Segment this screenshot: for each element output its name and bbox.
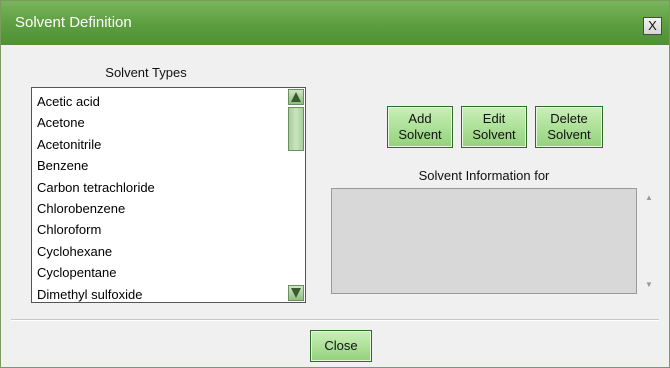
solvent-types-list: Acetic acid Acetone Acetonitrile Benzene… bbox=[32, 88, 286, 302]
title-bar[interactable]: Solvent Definition X bbox=[1, 1, 669, 45]
solvent-definition-dialog: Solvent Definition X Solvent Types Aceti… bbox=[0, 0, 670, 368]
scroll-down-icon[interactable]: ▼ bbox=[645, 280, 653, 289]
solvent-information-textarea[interactable] bbox=[331, 188, 637, 294]
edit-solvent-label-line2: Solvent bbox=[472, 127, 516, 142]
list-item[interactable]: Acetic acid bbox=[32, 91, 286, 112]
solvent-list-scrollbar[interactable] bbox=[287, 88, 305, 302]
list-item[interactable]: Benzene bbox=[32, 155, 286, 176]
scroll-up-button[interactable] bbox=[288, 89, 304, 105]
delete-solvent-button[interactable]: Delete Solvent bbox=[535, 106, 603, 148]
add-solvent-label-line1: Add bbox=[408, 111, 432, 126]
list-item[interactable]: Chloroform bbox=[32, 219, 286, 240]
list-item[interactable]: Cyclohexane bbox=[32, 241, 286, 262]
close-button[interactable]: Close bbox=[310, 330, 372, 362]
list-item[interactable]: Cyclopentane bbox=[32, 262, 286, 283]
arrow-up-icon bbox=[291, 92, 301, 102]
scroll-up-icon[interactable]: ▲ bbox=[645, 193, 653, 202]
edit-solvent-button[interactable]: Edit Solvent bbox=[461, 106, 527, 148]
info-scrollbar[interactable]: ▲ ▼ bbox=[642, 188, 656, 294]
arrow-down-icon bbox=[291, 288, 301, 298]
scroll-down-button[interactable] bbox=[288, 285, 304, 301]
solvent-types-listbox[interactable]: Acetic acid Acetone Acetonitrile Benzene… bbox=[31, 87, 306, 303]
delete-solvent-label-line1: Delete bbox=[550, 111, 588, 126]
solvent-types-label: Solvent Types bbox=[105, 65, 187, 80]
close-window-button[interactable]: X bbox=[643, 17, 662, 35]
scrollbar-thumb[interactable] bbox=[288, 107, 304, 151]
solvent-information-label: Solvent Information for bbox=[418, 168, 550, 183]
list-item[interactable]: Chlorobenzene bbox=[32, 198, 286, 219]
list-item[interactable]: Dimethyl sulfoxide bbox=[32, 284, 286, 302]
list-item[interactable]: Carbon tetrachloride bbox=[32, 177, 286, 198]
delete-solvent-label-line2: Solvent bbox=[547, 127, 591, 142]
list-item[interactable]: Acetone bbox=[32, 112, 286, 133]
edit-solvent-label-line1: Edit bbox=[482, 111, 506, 126]
divider bbox=[11, 319, 659, 321]
list-item[interactable]: Acetonitrile bbox=[32, 134, 286, 155]
dialog-title: Solvent Definition bbox=[15, 14, 132, 31]
add-solvent-button[interactable]: Add Solvent bbox=[387, 106, 453, 148]
add-solvent-label-line2: Solvent bbox=[398, 127, 442, 142]
